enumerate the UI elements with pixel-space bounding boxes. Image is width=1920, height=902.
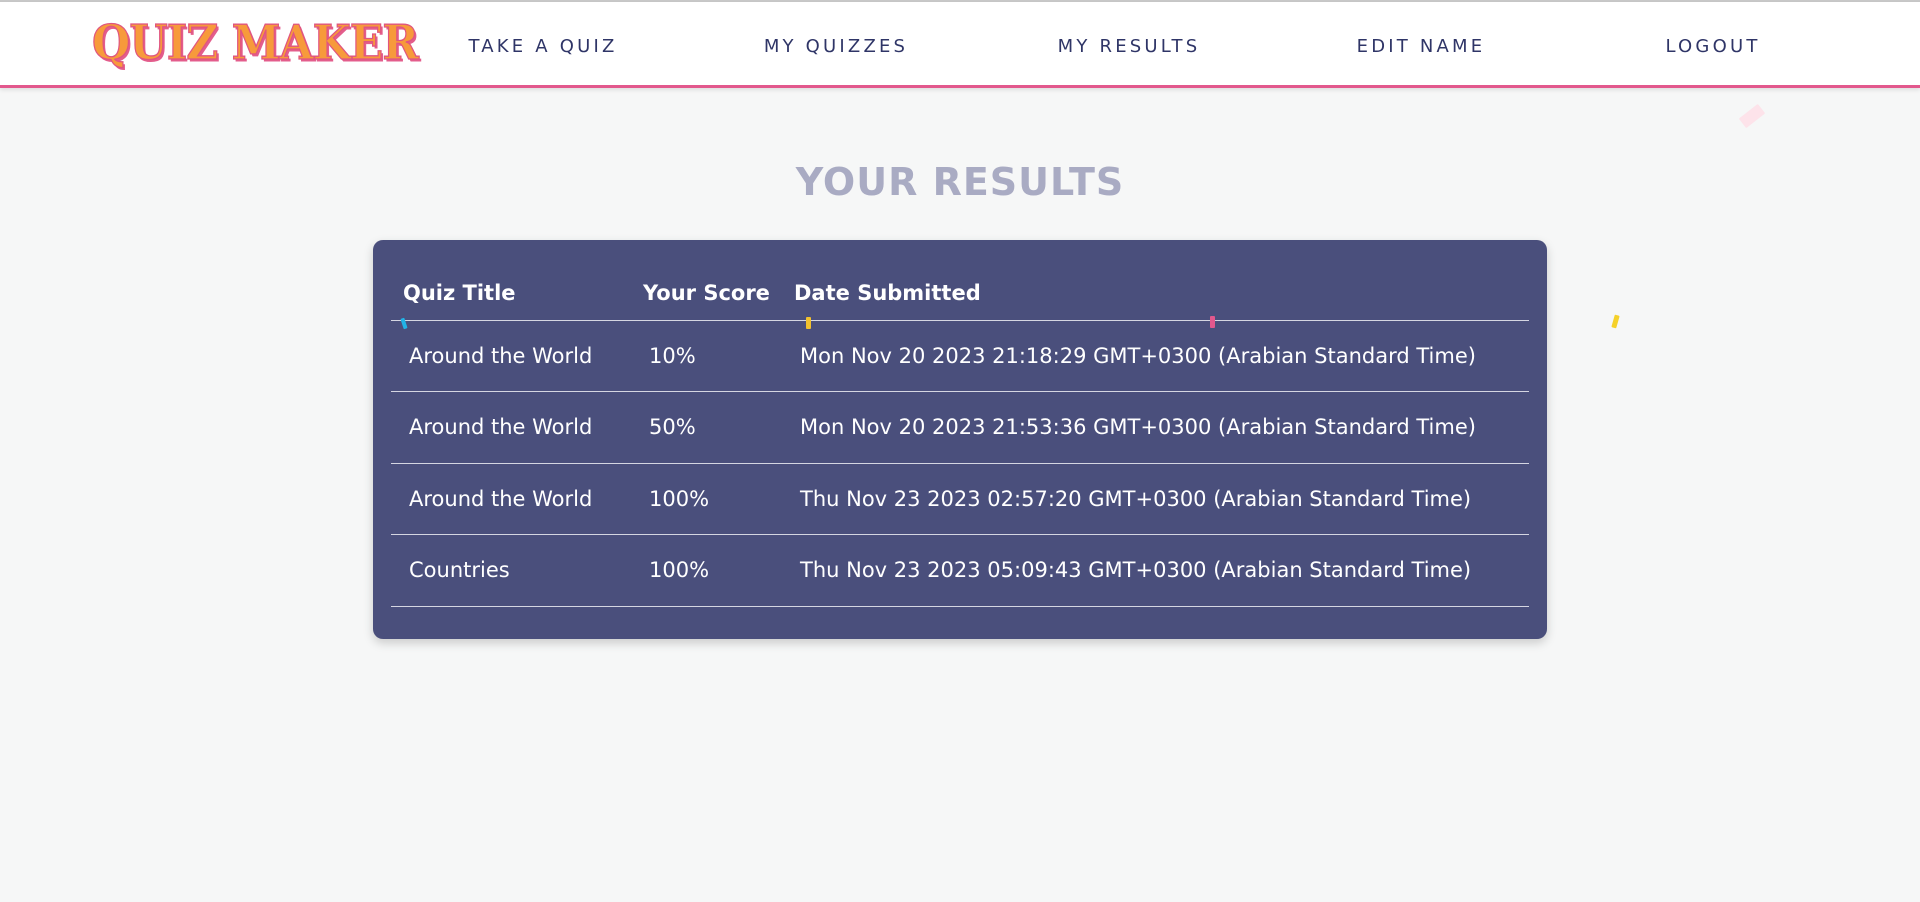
header-your-score: Your Score [631, 266, 782, 321]
cell-date: Thu Nov 23 2023 02:57:20 GMT+0300 (Arabi… [782, 463, 1529, 535]
quiz-maker-logo[interactable]: QUIZ MAKER [91, 15, 419, 71]
cell-quiz-title: Countries [391, 534, 631, 607]
confetti-piece [1738, 103, 1766, 129]
confetti-piece [1210, 316, 1215, 328]
nav-my-quizzes[interactable]: MY QUIZZES [716, 36, 956, 57]
confetti-piece [1611, 314, 1620, 329]
cell-quiz-title: Around the World [391, 463, 631, 535]
nav-edit-name[interactable]: EDIT NAME [1301, 36, 1541, 57]
nav-my-results[interactable]: MY RESULTS [1009, 36, 1249, 57]
results-table: Quiz Title Your Score Date Submitted Aro… [391, 266, 1529, 607]
cell-date: Thu Nov 23 2023 05:09:43 GMT+0300 (Arabi… [782, 534, 1529, 607]
cell-score: 10% [631, 320, 782, 392]
header-date-submitted: Date Submitted [782, 266, 1529, 321]
header-quiz-title: Quiz Title [391, 266, 631, 321]
nav-take-a-quiz[interactable]: TAKE A QUIZ [423, 36, 663, 57]
cell-date: Mon Nov 20 2023 21:53:36 GMT+0300 (Arabi… [782, 391, 1529, 464]
cell-quiz-title: Around the World [391, 391, 631, 464]
results-card: Quiz Title Your Score Date Submitted Aro… [373, 240, 1547, 639]
cell-quiz-title: Around the World [391, 320, 631, 392]
nav-logout[interactable]: LOGOUT [1593, 36, 1833, 57]
table-row: Around the World 10% Mon Nov 20 2023 21:… [391, 320, 1529, 392]
cell-score: 100% [631, 463, 782, 535]
cell-score: 100% [631, 534, 782, 607]
table-header-row: Quiz Title Your Score Date Submitted [391, 266, 1529, 321]
confetti-piece [806, 317, 811, 329]
top-navbar: QUIZ MAKER TAKE A QUIZ MY QUIZZES MY RES… [0, 2, 1920, 88]
table-row: Around the World 50% Mon Nov 20 2023 21:… [391, 391, 1529, 464]
table-row: Around the World 100% Thu Nov 23 2023 02… [391, 463, 1529, 535]
cell-score: 50% [631, 391, 782, 464]
cell-date: Mon Nov 20 2023 21:18:29 GMT+0300 (Arabi… [782, 320, 1529, 392]
table-row: Countries 100% Thu Nov 23 2023 05:09:43 … [391, 534, 1529, 607]
page-title: YOUR RESULTS [795, 160, 1125, 204]
